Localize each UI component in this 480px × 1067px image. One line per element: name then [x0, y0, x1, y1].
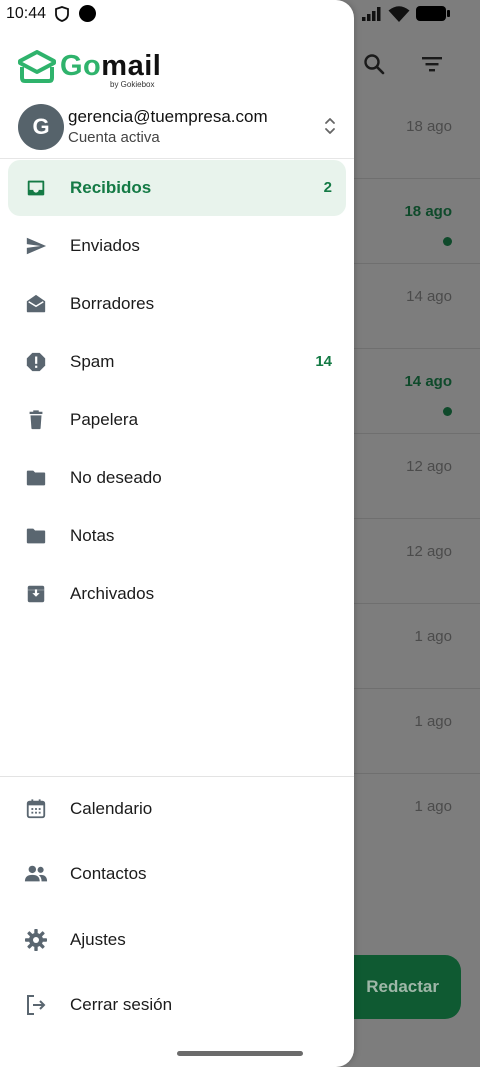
unread-dot [443, 237, 452, 246]
account-email: gerencia@tuempresa.com [68, 107, 268, 126]
logo-byline: by Gokiebox [110, 80, 155, 89]
divider [0, 776, 354, 777]
gear-icon [24, 928, 48, 952]
menu-item-ajustes[interactable]: Ajustes [8, 912, 346, 968]
email-date: 12 ago [406, 543, 452, 560]
logo-icon [18, 50, 56, 83]
calendar-icon [24, 797, 48, 821]
wifi-icon [388, 6, 410, 22]
inbox-icon [24, 176, 48, 200]
status-time: 10:44 [6, 5, 47, 22]
camera-cutout [79, 5, 96, 22]
drafts-icon [24, 292, 48, 316]
battery-icon [416, 6, 450, 21]
menu-label: Contactos [70, 864, 147, 883]
home-indicator [177, 1051, 303, 1056]
folder-item-no-deseado[interactable]: No deseado [8, 450, 346, 506]
menu-item-cerrar-sesion[interactable]: Cerrar sesión [8, 977, 346, 1033]
menu-label: Calendario [70, 799, 153, 818]
compose-label: Redactar [366, 977, 439, 996]
menu-item-calendario[interactable]: Calendario [8, 781, 346, 837]
email-date: 18 ago [406, 118, 452, 135]
email-date: 14 ago [406, 288, 452, 305]
status-bar: 10:44 [0, 0, 480, 30]
logo-wordmark: Gomail [60, 50, 162, 82]
folder-item-enviados[interactable]: Enviados [8, 218, 346, 274]
logout-icon [24, 993, 48, 1017]
folder-item-notas[interactable]: Notas [8, 508, 346, 564]
folder-label: Enviados [70, 236, 140, 255]
email-date: 12 ago [406, 458, 452, 475]
account-switcher[interactable]: G gerencia@tuempresa.com Cuenta activa [0, 98, 354, 159]
send-icon [24, 234, 48, 258]
email-date: 1 ago [414, 798, 452, 815]
email-date: 1 ago [414, 628, 452, 645]
menu-item-contactos[interactable]: Contactos [8, 846, 346, 902]
email-date: 14 ago [404, 373, 452, 390]
folder-item-recibidos[interactable]: Recibidos 2 [8, 160, 346, 216]
folder-icon [24, 466, 48, 490]
inbox-toolbar [340, 40, 480, 88]
folder-label: Borradores [70, 294, 155, 313]
folder-item-borradores[interactable]: Borradores [8, 276, 346, 332]
filter-icon[interactable] [416, 48, 448, 80]
archive-icon [24, 582, 48, 606]
folder-label: No deseado [70, 468, 162, 487]
folder-item-spam[interactable]: Spam 14 [8, 334, 346, 390]
menu-label: Cerrar sesión [70, 995, 173, 1014]
email-date: 18 ago [404, 203, 452, 220]
folder-label: Notas [70, 526, 115, 545]
signal-icon [362, 7, 381, 21]
navigation-drawer: Gomail by Gokiebox G gerencia@tuempresa.… [0, 0, 354, 1067]
avatar: G [18, 104, 64, 150]
folder-label: Recibidos [70, 178, 152, 197]
menu-label: Ajustes [70, 930, 126, 949]
folder-label: Papelera [70, 410, 139, 429]
folder-item-archivados[interactable]: Archivados [8, 566, 346, 622]
compose-button[interactable]: Redactar [338, 955, 461, 1019]
folder-icon [24, 524, 48, 548]
folder-label: Spam [70, 352, 115, 371]
shield-icon [55, 6, 69, 22]
search-icon[interactable] [358, 48, 390, 80]
contacts-icon [24, 862, 48, 886]
folder-item-papelera[interactable]: Papelera [8, 392, 346, 448]
gomail-logo: Gomail by Gokiebox [18, 48, 178, 90]
unread-count-badge: 14 [315, 353, 332, 370]
unread-dot [443, 407, 452, 416]
folder-label: Archivados [70, 584, 155, 603]
unread-count-badge: 2 [323, 179, 332, 196]
account-status: Cuenta activa [68, 129, 160, 146]
trash-icon [24, 408, 48, 432]
spam-icon [24, 350, 48, 374]
email-date: 1 ago [414, 713, 452, 730]
unfold-icon[interactable] [320, 114, 340, 138]
